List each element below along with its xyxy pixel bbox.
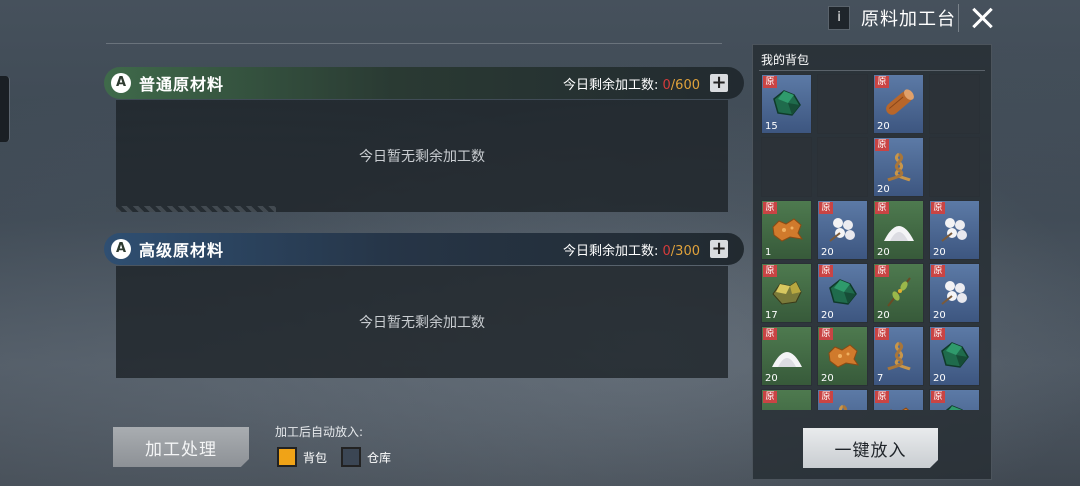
backpack-slot[interactable]: 原 20 — [873, 137, 924, 197]
page-title: 原料加工台 — [861, 9, 956, 30]
item-quantity: 7 — [877, 373, 884, 384]
backpack-slot[interactable]: 原 20 — [817, 263, 868, 323]
backpack-title: 我的背包 — [761, 53, 810, 67]
backpack-divider — [759, 70, 985, 71]
backpack-slot-empty — [817, 74, 868, 134]
backpack-slot-empty — [817, 137, 868, 197]
remaining-max: 600 — [675, 77, 700, 93]
backpack-slot[interactable]: 原 20 — [929, 326, 980, 386]
backpack-slot[interactable]: 原 20 — [761, 326, 812, 386]
backpack-slot[interactable]: 原 20 — [929, 200, 980, 260]
normal-materials-panel: 今日暂无剩余加工数 — [116, 100, 728, 212]
option-backpack[interactable]: 背包 — [277, 447, 327, 467]
backpack-panel: 我的背包 原 15 原 20 原 20 原 1 原 20 原 20 原 20 原 17 原 20 原 20 原 20 原 20… — [752, 44, 992, 480]
item-quantity: 17 — [765, 310, 778, 321]
backpack-slot[interactable]: 原 15 — [761, 74, 812, 134]
backpack-slot[interactable]: 原 20 — [873, 200, 924, 260]
salt-pile-icon — [770, 402, 804, 410]
item-quantity: 20 — [933, 310, 946, 321]
info-icon[interactable]: i — [828, 6, 850, 30]
salt-pile-icon — [882, 213, 916, 245]
section-emblem-icon: A — [111, 239, 131, 259]
item-quantity: 20 — [877, 310, 890, 321]
section-normal-materials: A 普通原材料 今日剩余加工数: 0/600 + — [104, 67, 744, 99]
backpack-checkbox[interactable] — [277, 447, 297, 467]
backpack-slot[interactable]: 原1 — [761, 200, 812, 260]
process-button[interactable]: 加工处理 — [113, 427, 249, 467]
item-quantity: 20 — [877, 121, 890, 132]
remaining-current: 0 — [662, 243, 671, 259]
backpack-slot[interactable]: 原 20 — [817, 200, 868, 260]
option-warehouse[interactable]: 仓库 — [341, 447, 391, 467]
section-advanced-materials: A 高级原材料 今日剩余加工数: 0/300 + — [104, 233, 744, 265]
backpack-slot-empty — [929, 137, 980, 197]
gold-ore-icon — [770, 276, 804, 308]
rope-icon — [882, 150, 916, 182]
remaining-count: 今日剩余加工数: 0/300 — [563, 240, 700, 259]
close-icon[interactable] — [968, 4, 998, 32]
herb-branch-icon — [882, 276, 916, 308]
title-divider — [958, 4, 959, 32]
backpack-slot[interactable]: 原 20 — [929, 263, 980, 323]
item-quantity: 20 — [821, 310, 834, 321]
side-drawer-handle[interactable] — [0, 76, 10, 142]
cotton-icon — [826, 213, 860, 245]
item-quantity: 20 — [877, 247, 890, 258]
backpack-slot[interactable]: 原 — [929, 389, 980, 410]
wood-log-icon — [882, 87, 916, 119]
green-ore-icon — [826, 276, 860, 308]
backpack-slot-empty — [761, 137, 812, 197]
backpack-slot[interactable]: 原 17 — [761, 263, 812, 323]
leather-icon — [826, 339, 860, 371]
backpack-slot[interactable]: 原 20 — [817, 326, 868, 386]
remaining-label: 今日剩余加工数: — [562, 77, 659, 93]
salt-pile-icon — [770, 339, 804, 371]
section-title: 普通原材料 — [139, 75, 225, 94]
item-quantity: 20 — [821, 247, 834, 258]
put-all-button[interactable]: 一键放入 — [803, 428, 938, 468]
empty-message: 今日暂无剩余加工数 — [359, 315, 485, 331]
item-quantity: 20 — [877, 184, 890, 195]
section-emblem-icon: A — [111, 73, 131, 93]
top-divider — [106, 43, 722, 44]
auto-put-label: 加工后自动放入: — [275, 425, 364, 439]
green-ore-icon — [770, 87, 804, 119]
rope-icon — [882, 339, 916, 371]
item-quantity: 20 — [821, 373, 834, 384]
green-ore-icon — [938, 402, 972, 410]
add-count-button[interactable]: + — [710, 74, 728, 92]
panel-hatch-decoration — [116, 206, 276, 212]
cotton-icon — [938, 276, 972, 308]
backpack-slot[interactable]: 原 — [873, 389, 924, 410]
cotton-icon — [938, 213, 972, 245]
leather-icon — [770, 213, 804, 245]
item-quantity: 15 — [765, 121, 778, 132]
remaining-max: 300 — [675, 243, 700, 259]
backpack-slot[interactable]: 原 20 — [873, 263, 924, 323]
leather-icon — [882, 402, 916, 410]
option-warehouse-label: 仓库 — [367, 450, 392, 465]
backpack-slot[interactable]: 原 — [817, 389, 868, 410]
add-count-button[interactable]: + — [710, 240, 728, 258]
backpack-slot[interactable]: 原 20 — [873, 74, 924, 134]
backpack-grid[interactable]: 原 15 原 20 原 20 原 1 原 20 原 20 原 20 原 17 原 20 原 20 原 20 原 20 原 20 原 7… — [761, 74, 985, 410]
warehouse-checkbox[interactable] — [341, 447, 361, 467]
item-quantity: 1 — [765, 247, 772, 258]
advanced-materials-panel: 今日暂无剩余加工数 — [116, 266, 728, 378]
item-quantity: 20 — [933, 373, 946, 384]
remaining-current: 0 — [662, 77, 671, 93]
section-title: 高级原材料 — [139, 241, 225, 260]
empty-message: 今日暂无剩余加工数 — [359, 149, 485, 165]
backpack-slot[interactable]: 原 — [761, 389, 812, 410]
remaining-label: 今日剩余加工数: — [562, 243, 659, 259]
option-backpack-label: 背包 — [303, 450, 328, 465]
backpack-slot-empty — [929, 74, 980, 134]
remaining-count: 今日剩余加工数: 0/600 — [563, 74, 700, 93]
green-ore-icon — [938, 339, 972, 371]
rope-icon — [826, 402, 860, 410]
item-quantity: 20 — [765, 373, 778, 384]
item-quantity: 20 — [933, 247, 946, 258]
backpack-slot[interactable]: 原7 — [873, 326, 924, 386]
